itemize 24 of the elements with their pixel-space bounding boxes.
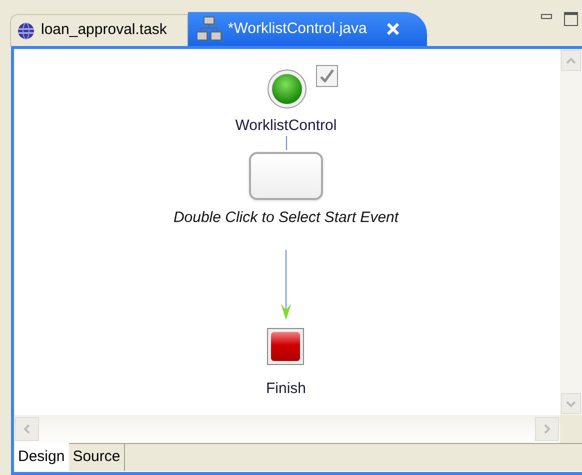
editor-mode-tab[interactable]: Design [14,443,69,471]
finish-label: Finish [266,380,306,397]
scroll-up-icon[interactable] [561,50,581,71]
checkbox[interactable] [316,65,338,87]
end-event-icon [267,328,304,365]
scroll-down-icon[interactable] [561,393,581,414]
editor-tab[interactable]: loan_approval.task [10,14,188,46]
editor-tab[interactable]: *WorklistControl.java [188,12,427,46]
maximize-icon[interactable] [564,12,578,26]
start-event-icon [267,69,307,109]
hierarchy-icon [196,16,222,42]
connector-line [286,136,287,150]
vertical-scrollbar[interactable] [560,49,582,415]
scroll-left-icon[interactable] [15,417,39,441]
task-hint: Double Click to Select Start Event [172,208,400,228]
editor-mode-tab[interactable]: Source [68,444,126,471]
task-node[interactable] [249,152,323,200]
scroll-right-icon[interactable] [535,417,559,441]
close-icon[interactable] [386,23,399,35]
start-label: WorklistControl [235,117,337,134]
minimize-icon[interactable] [541,14,552,19]
globe-icon [17,22,35,40]
connector-arrow [280,250,292,322]
horizontal-scrollbar[interactable] [14,415,560,443]
